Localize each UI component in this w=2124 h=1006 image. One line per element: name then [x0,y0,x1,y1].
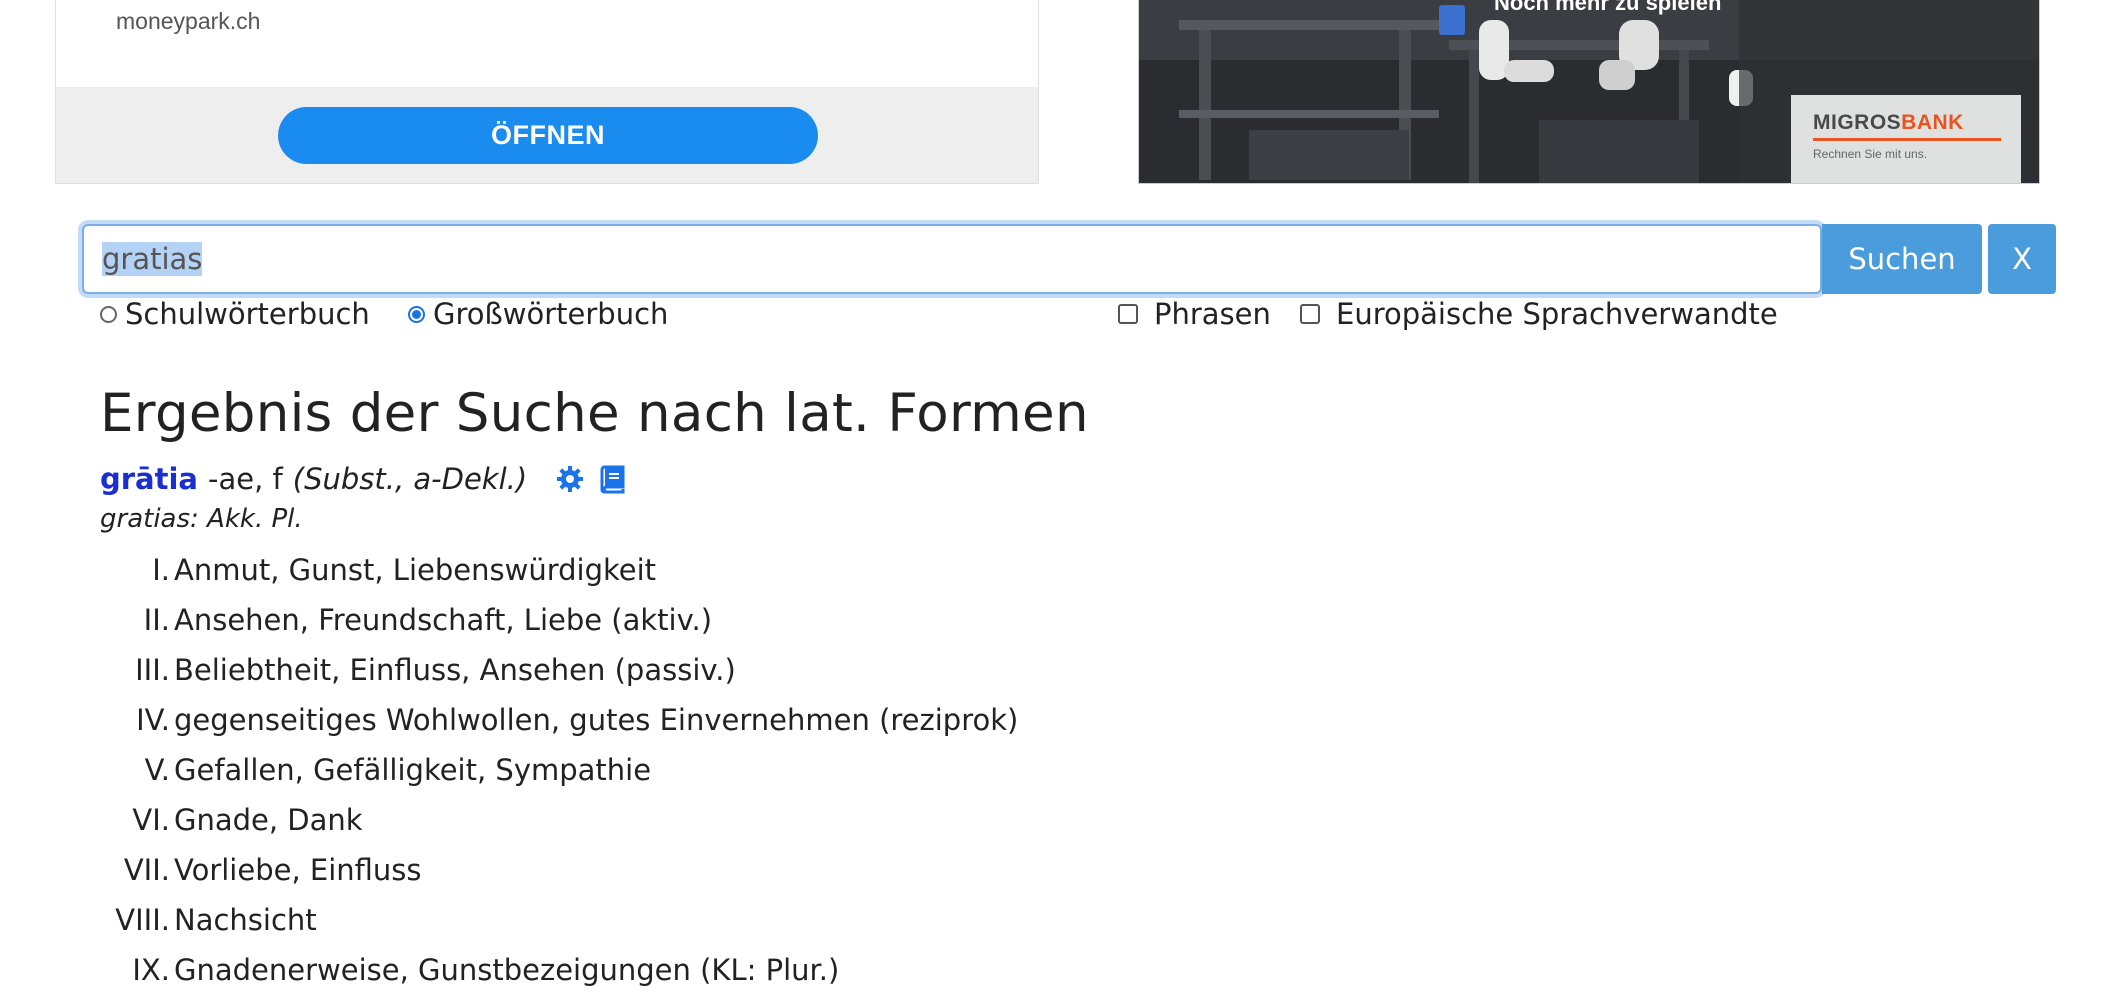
entry-header: grātia -ae, f (Subst., a-Dekl.) [100,462,639,496]
radio-button[interactable] [100,305,117,323]
form-info: gratias: Akk. Pl. [100,504,303,534]
meaning-item: VII. Vorliebe, Einfluss [100,845,1018,895]
meaning-number: III. [135,653,170,687]
radio-button-selected[interactable] [408,305,425,323]
checkbox-sprachverwandte[interactable]: Europäische Sprachverwandte [1300,294,1778,334]
meaning-number: VII. [123,853,170,887]
meaning-number: V. [144,753,170,787]
brand-suffix: BANK [1901,111,1964,134]
migrosbank-logo: MIGROSBANK Rechnen Sie mit uns. [1791,95,2021,183]
meaning-item: IX. Gnadenerweise, Gunstbezeigungen (KL: … [100,945,1018,995]
gear-icon[interactable] [555,464,585,494]
meaning-item: IV. gegenseitiges Wohlwollen, gutes Einve… [100,695,1018,745]
checkbox[interactable] [1300,304,1320,324]
meaning-number: IV. [136,703,170,737]
meaning-text: Gnadenerweise, Gunstbezeigungen (KL: Plu… [174,953,840,987]
results-heading: Ergebnis der Suche nach lat. Formen [100,383,1089,444]
brand-name: MIGROSBANK [1813,111,1964,135]
radio-label: Schulwörterbuch [125,297,370,331]
meaning-text: Gefallen, Gefälligkeit, Sympathie [174,753,652,787]
meaning-item: VIII. Nachsicht [100,895,1018,945]
radio-schulwoerterbuch[interactable]: Schulwörterbuch [100,294,370,334]
meaning-item: II. Ansehen, Freundschaft, Liebe (aktiv.) [100,595,1018,645]
meaning-number: VIII. [115,903,170,937]
meaning-item: VI. Gnade, Dank [100,795,1018,845]
ad-banner-migrosbank[interactable]: Noch mehr zu spielen MIGROSBANK Rechnen … [1138,0,2040,184]
meaning-text: gegenseitiges Wohlwollen, gutes Einverne… [174,703,1019,737]
brand-prefix: MIGROS [1813,111,1902,134]
meanings-list: I. Anmut, Gunst, Liebenswürdigkeit II. Ans… [100,545,1018,995]
meaning-number: II. [143,603,170,637]
meaning-number: IX. [132,953,170,987]
search-query-text: gratias [102,242,203,276]
checkbox[interactable] [1118,304,1138,324]
ad-caption: Noch mehr zu spielen [1494,0,1722,15]
brand-slogan: Rechnen Sie mit uns. [1813,147,1928,161]
checkbox-label: Europäische Sprachverwandte [1336,297,1778,331]
meaning-number: I. [152,553,170,587]
meaning-item: I. Anmut, Gunst, Liebenswürdigkeit [100,545,1018,595]
checkbox-label: Phrasen [1154,297,1271,331]
meaning-item: V. Gefallen, Gefälligkeit, Sympathie [100,745,1018,795]
meaning-text: Ansehen, Freundschaft, Liebe (aktiv.) [174,603,713,637]
search-bar: gratias Suchen X [82,224,2056,294]
clear-button[interactable]: X [1988,224,2056,294]
checkbox-phrasen[interactable]: Phrasen [1118,294,1271,334]
ad-banner-moneypark[interactable]: moneypark.ch ÖFFNEN [55,0,1039,184]
meaning-text: Anmut, Gunst, Liebenswürdigkeit [174,553,657,587]
meaning-item: III. Beliebtheit, Einfluss, Ansehen (pass… [100,645,1018,695]
radio-grosswoerterbuch[interactable]: Großwörterbuch [408,294,668,334]
search-button[interactable]: Suchen [1822,224,1982,294]
ad-domain: moneypark.ch [116,8,261,34]
ad-open-button[interactable]: ÖFFNEN [278,107,818,164]
brand-underline [1813,138,2001,141]
word-class: (Subst., a-Dekl.) [292,462,528,496]
meaning-text: Gnade, Dank [174,803,363,837]
book-icon[interactable] [597,464,627,494]
meaning-text: Vorliebe, Einfluss [174,853,422,887]
search-options: Schulwörterbuch Großwörterbuch Phrasen E… [100,294,2000,334]
search-input[interactable]: gratias [82,224,1822,294]
radio-label: Großwörterbuch [433,297,669,331]
meaning-text: Nachsicht [174,903,317,937]
ad-footer: ÖFFNEN [56,87,1038,183]
lemma-grammar: -ae, f [208,462,283,496]
lemma-link[interactable]: grātia [100,462,198,496]
meaning-number: VI. [132,803,170,837]
page: moneypark.ch ÖFFNEN Noch mehr zu spielen… [0,0,2124,1006]
meaning-text: Beliebtheit, Einfluss, Ansehen (passiv.) [174,653,736,687]
